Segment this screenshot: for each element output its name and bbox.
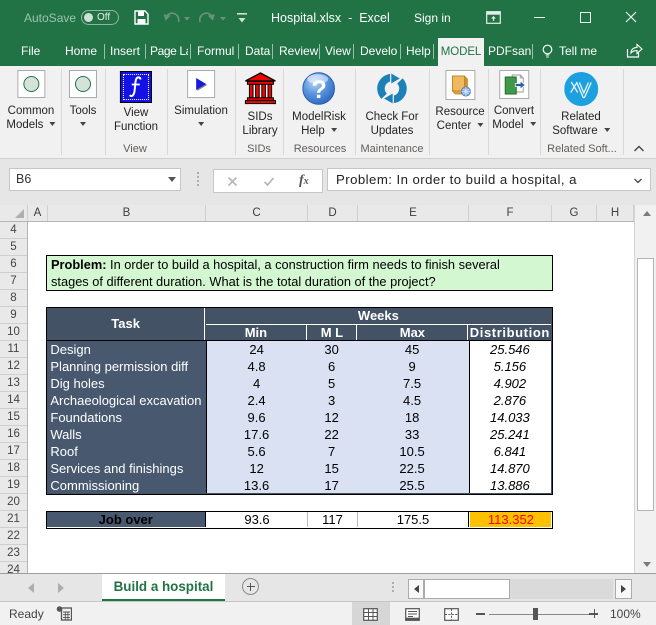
svg-text:?: ? (312, 76, 327, 104)
